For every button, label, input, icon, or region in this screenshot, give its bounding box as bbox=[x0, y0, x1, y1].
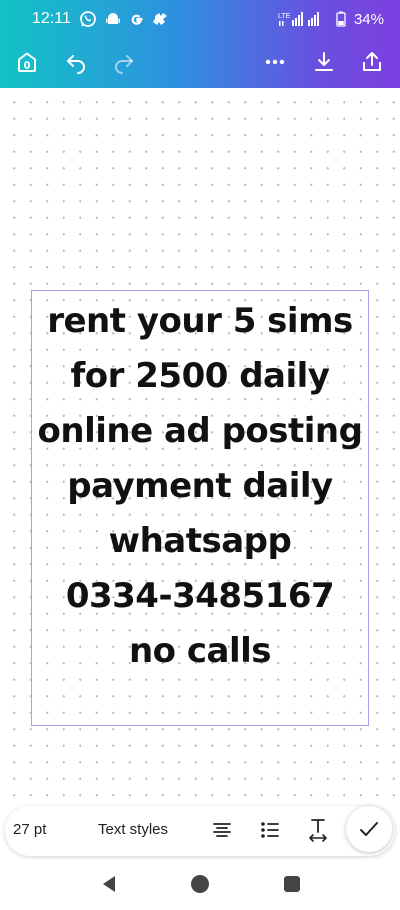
app-icon bbox=[152, 11, 169, 27]
more-button[interactable] bbox=[259, 46, 291, 78]
undo-button[interactable] bbox=[60, 46, 92, 78]
align-center-icon bbox=[213, 823, 231, 837]
home-circle-icon bbox=[191, 875, 209, 893]
system-nav-bar bbox=[0, 860, 400, 910]
design-editor-screen: 12:11 LTE 34% rent your 5 sims for 2500 … bbox=[0, 0, 400, 910]
text-spacing-button[interactable] bbox=[307, 817, 329, 843]
recents-button[interactable] bbox=[280, 872, 304, 896]
text-line: payment daily bbox=[67, 466, 333, 506]
text-line: for 2500 daily bbox=[70, 356, 330, 396]
status-right: LTE 34% bbox=[278, 11, 384, 28]
google-icon bbox=[129, 11, 145, 27]
lte-signal-icon: LTE bbox=[278, 11, 328, 27]
share-button[interactable] bbox=[356, 46, 388, 78]
checkmark-icon bbox=[360, 822, 378, 836]
redo-button[interactable] bbox=[108, 46, 140, 78]
text-line: rent your 5 sims bbox=[47, 301, 353, 341]
status-bar: 12:11 LTE 34% bbox=[0, 0, 400, 38]
text-toolbar: 27 pt Text styles bbox=[5, 806, 395, 856]
status-time: 12:11 bbox=[32, 10, 71, 27]
back-button[interactable] bbox=[97, 872, 121, 896]
align-button[interactable] bbox=[211, 819, 233, 841]
battery-level: 34% bbox=[353, 10, 384, 28]
home-icon bbox=[18, 52, 36, 72]
font-size-button[interactable]: 27 pt bbox=[13, 821, 46, 838]
text-line: online ad posting bbox=[37, 411, 363, 451]
font-size-label: 27 pt bbox=[13, 821, 47, 838]
recents-square-icon bbox=[284, 876, 300, 892]
text-spacing-icon bbox=[309, 819, 327, 842]
back-icon bbox=[103, 876, 115, 892]
text-styles-label: Text styles bbox=[98, 821, 169, 838]
android-icon bbox=[105, 11, 121, 27]
home-button[interactable] bbox=[11, 46, 43, 78]
undo-icon bbox=[67, 55, 85, 74]
done-button[interactable] bbox=[346, 806, 392, 852]
share-icon bbox=[363, 52, 381, 71]
text-line: no calls bbox=[128, 631, 272, 671]
bullet-list-icon bbox=[261, 822, 279, 838]
text-line: 0334-3485167 bbox=[65, 576, 335, 616]
list-button[interactable] bbox=[259, 819, 281, 841]
editor-toolbar bbox=[0, 42, 400, 82]
text-content[interactable]: rent your 5 sims for 2500 daily online a… bbox=[0, 294, 400, 679]
download-button[interactable] bbox=[308, 46, 340, 78]
home-nav-button[interactable] bbox=[188, 872, 212, 896]
text-styles-button[interactable]: Text styles bbox=[98, 821, 168, 838]
status-left: 12:11 bbox=[32, 10, 169, 28]
header: 12:11 LTE 34% bbox=[0, 0, 400, 88]
whatsapp-icon bbox=[79, 10, 97, 28]
svg-text:LTE: LTE bbox=[278, 13, 291, 20]
redo-icon bbox=[115, 55, 133, 74]
download-icon bbox=[315, 52, 333, 71]
text-line: whatsapp bbox=[108, 521, 292, 561]
more-icon bbox=[265, 59, 285, 65]
battery-icon bbox=[336, 11, 346, 27]
